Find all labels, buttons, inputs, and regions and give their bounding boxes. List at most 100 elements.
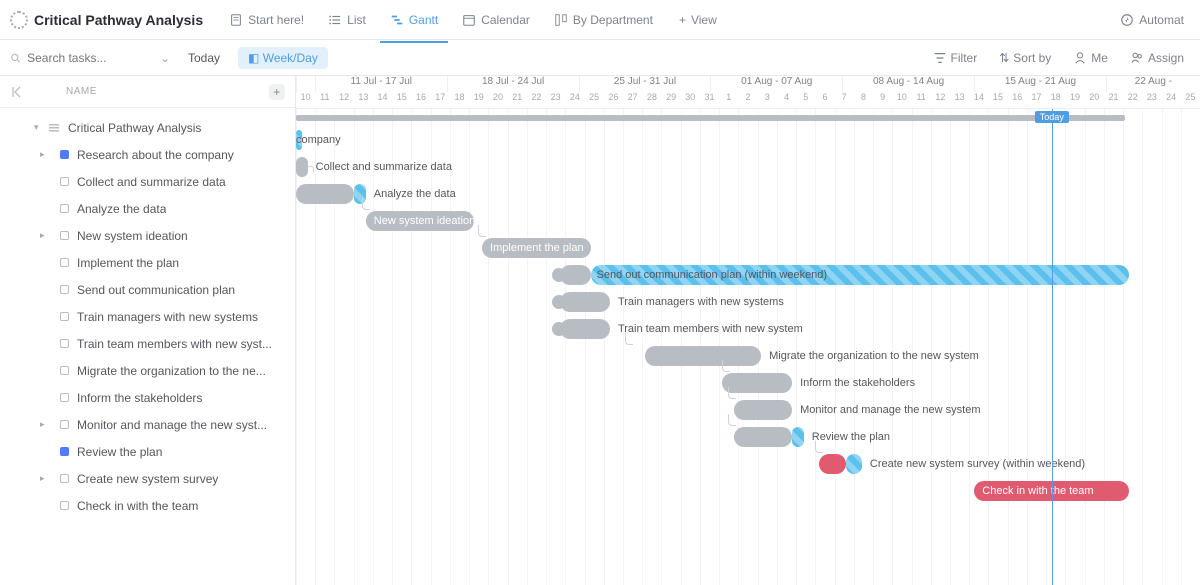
day-header: 8	[854, 92, 873, 108]
task-item[interactable]: Send out communication plan	[0, 276, 295, 303]
week-header: 08 Aug - 14 Aug	[842, 76, 974, 92]
gantt-bar[interactable]	[560, 265, 591, 285]
task-item[interactable]: Analyze the data	[0, 195, 295, 222]
list-root[interactable]: ▾ Critical Pathway Analysis	[0, 114, 295, 141]
caret-right-icon[interactable]: ▸	[40, 149, 45, 160]
toolbar: ⌄ Today ◧ Week/Day Filter ⇅ Sort by Me A…	[0, 40, 1200, 76]
status-square-icon[interactable]	[60, 366, 69, 375]
status-square-icon[interactable]	[60, 258, 69, 267]
today-button[interactable]: Today	[180, 47, 228, 69]
status-square-icon[interactable]	[60, 231, 69, 240]
view-tab-calendar[interactable]: Calendar	[452, 7, 540, 33]
gantt-row: Check in with the team	[296, 478, 1200, 505]
status-square-icon[interactable]	[60, 177, 69, 186]
status-square-icon[interactable]	[60, 447, 69, 456]
task-item[interactable]: Collect and summarize data	[0, 168, 295, 195]
gantt-bar[interactable]	[296, 157, 308, 177]
automate-button[interactable]: Automat	[1114, 7, 1190, 33]
add-view-button[interactable]: + View	[669, 7, 727, 33]
gantt-bar[interactable]: Implement the plan	[482, 238, 591, 258]
day-header: 17	[1027, 92, 1046, 108]
gantt-bar[interactable]	[792, 427, 804, 447]
header-bar: Critical Pathway Analysis Start here!Lis…	[0, 0, 1200, 40]
task-item[interactable]: Train team members with new syst...	[0, 330, 295, 357]
search-input[interactable]	[27, 51, 154, 65]
day-header: 10	[296, 92, 315, 108]
task-item[interactable]: Train managers with new systems	[0, 303, 295, 330]
assignee-button[interactable]: Assign	[1124, 47, 1190, 69]
status-square-icon[interactable]	[60, 204, 69, 213]
caret-right-icon[interactable]: ▸	[40, 230, 45, 241]
status-square-icon[interactable]	[60, 312, 69, 321]
gantt-area[interactable]: 11 Jul - 17 Jul18 Jul - 24 Jul25 Jul - 3…	[296, 76, 1200, 585]
gantt-row: Send out communication plan (within week…	[296, 262, 1200, 289]
task-item[interactable]: ▸Create new system survey	[0, 465, 295, 492]
status-square-icon[interactable]	[60, 393, 69, 402]
add-column-button[interactable]: +	[269, 84, 285, 100]
task-item[interactable]: Inform the stakeholders	[0, 384, 295, 411]
bar-label: Collect and summarize data	[316, 157, 452, 177]
task-item[interactable]: Check in with the team	[0, 492, 295, 519]
view-tab-list[interactable]: List	[318, 7, 376, 33]
me-filter-button[interactable]: Me	[1067, 47, 1114, 69]
caret-down-icon[interactable]: ▾	[34, 122, 39, 133]
task-item[interactable]: ▸Monitor and manage the new syst...	[0, 411, 295, 438]
day-header: 26	[604, 92, 623, 108]
task-label: Check in with the team	[77, 499, 198, 513]
bar-label: Review the plan	[812, 427, 890, 447]
gantt-row: Implement the plan	[296, 235, 1200, 262]
bar-label: Analyze the data	[374, 184, 456, 204]
caret-right-icon[interactable]: ▸	[40, 473, 45, 484]
gantt-bar[interactable]: New system ideation	[366, 211, 475, 231]
status-square-icon[interactable]	[60, 420, 69, 429]
day-header: 15	[392, 92, 411, 108]
task-item[interactable]: Migrate the organization to the ne...	[0, 357, 295, 384]
day-header: 12	[931, 92, 950, 108]
gantt-bar[interactable]	[819, 454, 846, 474]
chevron-down-icon[interactable]: ⌄	[160, 51, 170, 65]
task-item[interactable]: Review the plan	[0, 438, 295, 465]
view-tab-by-department[interactable]: By Department	[544, 7, 663, 33]
gantt-bar[interactable]	[734, 400, 792, 420]
gantt-row: Create new system survey (within weekend…	[296, 451, 1200, 478]
status-square-icon[interactable]	[60, 474, 69, 483]
dependency-connector	[815, 441, 823, 453]
filter-button[interactable]: Filter	[927, 47, 984, 69]
task-sidebar: NAME + ▾ Critical Pathway Analysis ▸Rese…	[0, 76, 296, 585]
search-box[interactable]: ⌄	[10, 51, 170, 65]
view-tab-gantt[interactable]: Gantt	[380, 7, 448, 33]
day-header: 25	[585, 92, 604, 108]
automate-label: Automat	[1139, 13, 1184, 27]
caret-right-icon[interactable]: ▸	[40, 419, 45, 430]
today-indicator	[1052, 109, 1053, 585]
day-header: 3	[758, 92, 777, 108]
task-item[interactable]: Implement the plan	[0, 249, 295, 276]
day-header: 24	[565, 92, 584, 108]
gantt-bar[interactable]	[846, 454, 862, 474]
gantt-bar[interactable]	[296, 184, 354, 204]
gantt-row: Analyze the data	[296, 181, 1200, 208]
task-item[interactable]: ▸Research about the company	[0, 141, 295, 168]
day-header: 13	[950, 92, 969, 108]
list-icon	[328, 13, 342, 27]
status-square-icon[interactable]	[60, 150, 69, 159]
view-tab-start-here-[interactable]: Start here!	[219, 7, 314, 33]
gantt-bar[interactable]	[560, 319, 610, 339]
status-square-icon[interactable]	[60, 285, 69, 294]
day-header: 19	[469, 92, 488, 108]
sort-button[interactable]: ⇅ Sort by	[993, 47, 1057, 69]
gantt-bar[interactable]	[645, 346, 761, 366]
day-header: 16	[1008, 92, 1027, 108]
gantt-bar[interactable]	[734, 427, 792, 447]
task-item[interactable]: ▸New system ideation	[0, 222, 295, 249]
collapse-icon[interactable]	[10, 84, 26, 100]
dependency-connector	[722, 360, 730, 372]
status-square-icon[interactable]	[60, 501, 69, 510]
gantt-body[interactable]: Today companyCollect and summarize dataA…	[296, 109, 1200, 585]
range-toggle[interactable]: ◧ Week/Day	[238, 47, 328, 69]
status-square-icon[interactable]	[60, 339, 69, 348]
day-header: 24	[1162, 92, 1181, 108]
summary-bar[interactable]	[296, 115, 1125, 121]
day-header: 25	[1181, 92, 1200, 108]
gantt-bar[interactable]	[560, 292, 610, 312]
